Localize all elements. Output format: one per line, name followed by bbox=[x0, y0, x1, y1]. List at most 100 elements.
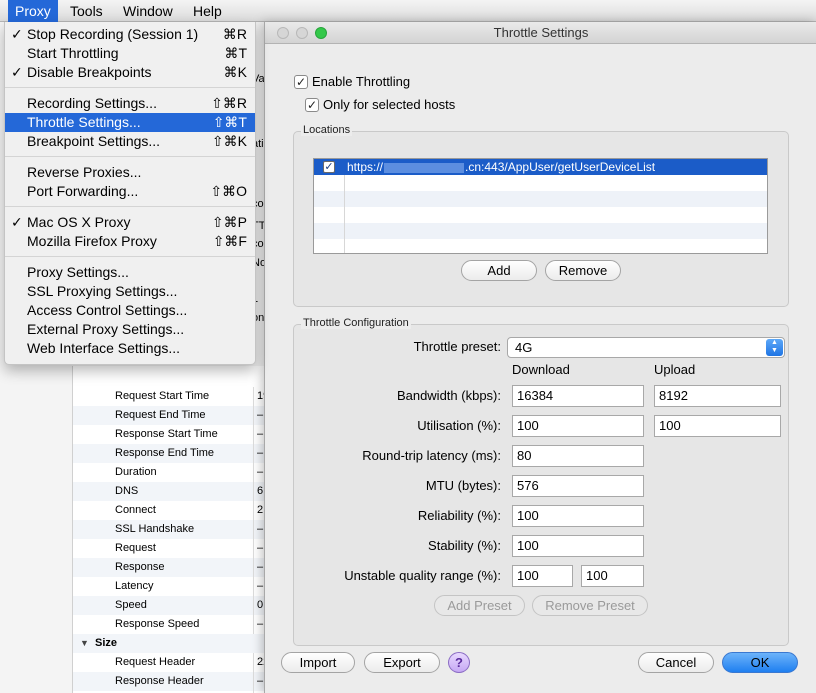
proxy-menu-item-label: Stop Recording (Session 1) bbox=[27, 26, 199, 42]
export-button[interactable]: Export bbox=[364, 652, 440, 673]
background-row-key: Speed bbox=[115, 599, 147, 611]
stability-field[interactable]: 100 bbox=[512, 535, 644, 557]
proxy-menu-item[interactable]: External Proxy Settings... bbox=[5, 320, 255, 339]
proxy-menu-item[interactable]: Recording Settings... ⇧⌘R bbox=[5, 94, 255, 113]
add-location-button[interactable]: Add bbox=[461, 260, 537, 281]
background-timing-table: Request Start Time19Request End Time–Res… bbox=[72, 366, 271, 693]
proxy-menu: ✓ Stop Recording (Session 1) ⌘R Start Throt… bbox=[4, 22, 256, 365]
proxy-menu-item[interactable]: ✓ Mac OS X Proxy ⇧⌘P bbox=[5, 213, 255, 232]
stability-label: Stability (%): bbox=[428, 538, 501, 553]
reliability-label: Reliability (%): bbox=[417, 508, 501, 523]
menu-tools[interactable]: Tools bbox=[63, 0, 110, 22]
proxy-menu-item[interactable]: Reverse Proxies... bbox=[5, 163, 255, 182]
proxy-menu-item[interactable]: SSL Proxying Settings... bbox=[5, 282, 255, 301]
latency-label: Round-trip latency (ms): bbox=[362, 448, 501, 463]
list-column-divider bbox=[344, 175, 345, 253]
background-table-row[interactable]: Request End Time – bbox=[73, 406, 271, 425]
proxy-menu-item[interactable]: Start Throttling ⌘T bbox=[5, 44, 255, 63]
location-row[interactable]: ✓ https://.cn:443/AppUser/getUserDeviceL… bbox=[314, 159, 767, 175]
background-table-row[interactable]: Response Start Time – bbox=[73, 425, 271, 444]
only-selected-hosts-checkbox[interactable]: ✓ bbox=[305, 98, 319, 112]
proxy-menu-item-label: Mozilla Firefox Proxy bbox=[27, 233, 157, 249]
proxy-menu-item[interactable]: Proxy Settings... bbox=[5, 263, 255, 282]
proxy-menu-item[interactable]: Port Forwarding... ⇧⌘O bbox=[5, 182, 255, 201]
background-table-row[interactable]: SSL Handshake – bbox=[73, 520, 271, 539]
proxy-menu-item[interactable]: Access Control Settings... bbox=[5, 301, 255, 320]
background-table-row[interactable]: Connect 2 bbox=[73, 501, 271, 520]
proxy-menu-item-shortcut: ⇧⌘K bbox=[211, 133, 247, 149]
import-button[interactable]: Import bbox=[281, 652, 355, 673]
bandwidth-upload-field[interactable]: 8192 bbox=[654, 385, 781, 407]
proxy-menu-item-label: Throttle Settings... bbox=[27, 114, 141, 130]
utilisation-download-field[interactable]: 100 bbox=[512, 415, 644, 437]
proxy-menu-item[interactable]: Breakpoint Settings... ⇧⌘K bbox=[5, 132, 255, 151]
proxy-menu-item-shortcut: ⇧⌘O bbox=[210, 183, 247, 199]
proxy-menu-item-shortcut: ⇧⌘F bbox=[212, 233, 247, 249]
background-table-row[interactable]: Response – bbox=[73, 558, 271, 577]
checkmark-icon: ✓ bbox=[11, 64, 23, 80]
bandwidth-download-field[interactable]: 16384 bbox=[512, 385, 644, 407]
background-table-row[interactable]: Latency – bbox=[73, 577, 271, 596]
proxy-menu-item[interactable]: Mozilla Firefox Proxy ⇧⌘F bbox=[5, 232, 255, 251]
only-selected-hosts-label: Only for selected hosts bbox=[323, 97, 456, 112]
disclosure-triangle-icon[interactable]: ▼ bbox=[80, 634, 89, 653]
menu-window[interactable]: Window bbox=[116, 0, 180, 22]
background-table-row[interactable]: Request Header22 bbox=[73, 653, 271, 672]
background-table-row[interactable]: Speed 0. bbox=[73, 596, 271, 615]
dialog-titlebar: Throttle Settings bbox=[265, 22, 816, 44]
background-table-row[interactable]: Request Start Time19 bbox=[73, 387, 271, 406]
utilisation-upload-field[interactable]: 100 bbox=[654, 415, 781, 437]
enable-throttling-checkbox[interactable]: ✓ bbox=[294, 75, 308, 89]
throttle-preset-select[interactable]: 4G ▲ ▼ bbox=[507, 337, 785, 358]
unstable-range-min-field[interactable]: 100 bbox=[512, 565, 573, 587]
location-empty-row bbox=[314, 223, 767, 239]
proxy-menu-item[interactable]: ✓ Disable Breakpoints ⌘K bbox=[5, 63, 255, 82]
menu-help[interactable]: Help bbox=[186, 0, 229, 22]
background-table-row[interactable]: Response Header – bbox=[73, 672, 271, 691]
dialog-title: Throttle Settings bbox=[493, 25, 589, 40]
throttle-preset-label: Throttle preset: bbox=[413, 339, 501, 354]
remove-preset-button[interactable]: Remove Preset bbox=[532, 595, 648, 616]
background-row-key: SSL Handshake bbox=[115, 523, 195, 535]
cancel-button[interactable]: Cancel bbox=[638, 652, 714, 673]
background-table-row[interactable]: Request– bbox=[73, 539, 271, 558]
proxy-menu-item-label: Disable Breakpoints bbox=[27, 64, 152, 80]
proxy-menu-item[interactable]: Web Interface Settings... bbox=[5, 339, 255, 358]
ok-button[interactable]: OK bbox=[722, 652, 798, 673]
background-group-row[interactable]: ▼ Size bbox=[73, 634, 271, 653]
background-table-row[interactable]: Response Speed – bbox=[73, 615, 271, 634]
proxy-menu-item[interactable]: Throttle Settings... ⇧⌘T bbox=[5, 113, 255, 132]
checkmark-icon: ✓ bbox=[11, 26, 23, 42]
enable-throttling-label: Enable Throttling bbox=[312, 74, 411, 89]
proxy-menu-item-label: Start Throttling bbox=[27, 45, 119, 61]
proxy-menu-item-shortcut: ⇧⌘P bbox=[211, 214, 247, 230]
background-table-row[interactable]: Duration – bbox=[73, 463, 271, 482]
background-table-row[interactable]: DNS 6 bbox=[73, 482, 271, 501]
proxy-menu-item-label: External Proxy Settings... bbox=[27, 321, 185, 337]
background-table-row[interactable]: Response End Time – bbox=[73, 444, 271, 463]
unstable-range-max-field[interactable]: 100 bbox=[581, 565, 644, 587]
background-row-key: Connect bbox=[115, 504, 156, 516]
upload-column-header: Upload bbox=[654, 362, 696, 377]
locations-list[interactable]: ✓ https://.cn:443/AppUser/getUserDeviceL… bbox=[313, 158, 768, 254]
location-enabled-checkbox[interactable]: ✓ bbox=[323, 161, 335, 173]
remove-location-button[interactable]: Remove bbox=[545, 260, 621, 281]
add-preset-button[interactable]: Add Preset bbox=[434, 595, 525, 616]
proxy-menu-item-label: SSL Proxying Settings... bbox=[27, 283, 178, 299]
utilisation-label: Utilisation (%): bbox=[417, 418, 501, 433]
background-row-key: Latency bbox=[115, 580, 154, 592]
proxy-menu-item-label: Breakpoint Settings... bbox=[27, 133, 161, 149]
updown-arrows-icon: ▲ ▼ bbox=[766, 339, 783, 356]
background-row-key: DNS bbox=[115, 485, 139, 497]
latency-field[interactable]: 80 bbox=[512, 445, 644, 467]
proxy-menu-item-shortcut: ⌘R bbox=[222, 26, 247, 42]
menu-proxy[interactable]: Proxy bbox=[8, 0, 58, 22]
proxy-menu-item[interactable]: ✓ Stop Recording (Session 1) ⌘R bbox=[5, 25, 255, 44]
proxy-menu-item-label: Proxy Settings... bbox=[27, 264, 129, 280]
mtu-field[interactable]: 576 bbox=[512, 475, 644, 497]
help-question-icon[interactable]: ? bbox=[448, 652, 470, 673]
location-empty-row bbox=[314, 239, 767, 253]
background-row-key: Response Header bbox=[115, 675, 204, 687]
reliability-field[interactable]: 100 bbox=[512, 505, 644, 527]
menu-separator bbox=[5, 87, 255, 88]
